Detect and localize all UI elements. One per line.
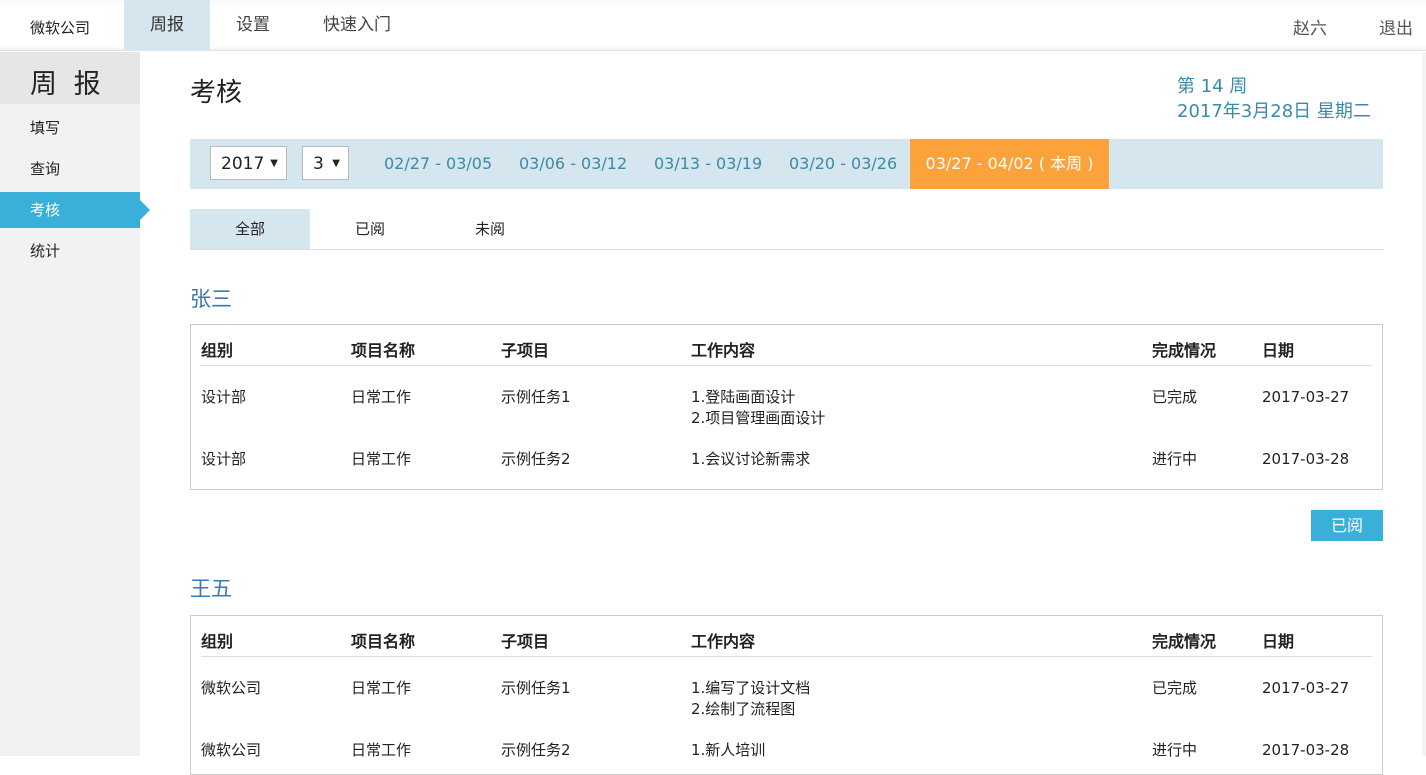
sidebar-item-fill[interactable]: 填写 (0, 110, 140, 146)
nav-weekly-report[interactable]: 周报 (124, 0, 210, 50)
cell-group: 微软公司 (201, 679, 262, 697)
year-select[interactable]: 2017 ▼ (210, 146, 287, 180)
brand-name: 微软公司 (30, 19, 91, 37)
nav-quick-start[interactable]: 快速入门 (300, 0, 414, 50)
column-header: 组别 (201, 341, 234, 360)
week-link[interactable]: 03/06 - 03/12 (519, 139, 627, 189)
cell-group: 设计部 (201, 450, 247, 468)
page-title: 考核 (190, 78, 243, 108)
cell-date: 2017-03-27 (1262, 388, 1350, 406)
logout-link[interactable]: 退出 (1379, 14, 1413, 39)
cell-content-line: 2.绘制了流程图 (691, 700, 796, 718)
scrollbar[interactable] (1422, 52, 1426, 756)
cell-project: 日常工作 (351, 388, 412, 406)
person-name: 王五 (190, 577, 232, 601)
sidebar-item-label: 考核 (30, 201, 61, 219)
column-header: 日期 (1262, 341, 1295, 360)
week-selector-bar (190, 139, 1383, 189)
cell-date: 2017-03-28 (1262, 450, 1350, 468)
column-header: 项目名称 (351, 341, 416, 360)
cell-status: 进行中 (1152, 450, 1198, 468)
cell-status: 进行中 (1152, 741, 1198, 759)
column-header: 工作内容 (691, 632, 756, 651)
column-header: 工作内容 (691, 341, 756, 360)
sidebar-item-query[interactable]: 查询 (0, 151, 140, 187)
column-header: 日期 (1262, 632, 1295, 651)
user-name[interactable]: 赵六 (1293, 14, 1327, 39)
sidebar-item-label: 查询 (30, 160, 61, 178)
sidebar-item-label: 统计 (30, 242, 61, 260)
column-header: 组别 (201, 632, 234, 651)
cell-project: 日常工作 (351, 741, 412, 759)
current-week-tab[interactable]: 03/27 - 04/02 ( 本周 ) (910, 139, 1109, 189)
header-divider (201, 656, 1372, 657)
person-name: 张三 (190, 287, 232, 311)
week-link[interactable]: 03/13 - 03/19 (654, 139, 762, 189)
report-table: 组别 项目名称 子项目 工作内容 完成情况 日期 设计部 日常工作 示例任务1 … (190, 324, 1383, 490)
filter-tab-read[interactable]: 已阅 (310, 209, 430, 249)
week-number: 第 14 周 (1177, 76, 1248, 97)
sidebar: 周 报 填写 查询 考核 统计 (0, 52, 150, 756)
week-link[interactable]: 03/20 - 03/26 (789, 139, 897, 189)
sidebar-title: 周 报 (30, 69, 105, 100)
column-header: 子项目 (501, 341, 550, 360)
cell-status: 已完成 (1152, 679, 1198, 697)
cell-date: 2017-03-28 (1262, 741, 1350, 759)
month-select[interactable]: 3 ▼ (302, 146, 349, 180)
cell-status: 已完成 (1152, 388, 1198, 406)
year-value: 2017 (221, 154, 265, 174)
sidebar-header: 周 报 (0, 52, 140, 104)
cell-subproject: 示例任务2 (501, 450, 571, 468)
cell-project: 日常工作 (351, 450, 412, 468)
column-header: 项目名称 (351, 632, 416, 651)
cell-subproject: 示例任务2 (501, 741, 571, 759)
sidebar-item-stats[interactable]: 统计 (0, 233, 140, 269)
nav-settings[interactable]: 设置 (210, 0, 296, 50)
column-header: 子项目 (501, 632, 550, 651)
cell-subproject: 示例任务1 (501, 388, 571, 406)
top-bar: 微软公司 周报 设置 快速入门 赵六 退出 (0, 0, 1426, 51)
cell-group: 微软公司 (201, 741, 262, 759)
header-divider (201, 365, 1372, 366)
cell-content-line: 1.登陆画面设计 (691, 388, 796, 406)
cell-content-line: 2.项目管理画面设计 (691, 409, 826, 427)
filter-tab-unread[interactable]: 未阅 (430, 209, 550, 249)
mark-read-button[interactable]: 已阅 (1311, 510, 1383, 541)
chevron-down-icon: ▼ (332, 158, 340, 169)
cell-content-line: 1.新人培训 (691, 741, 766, 759)
cell-project: 日常工作 (351, 679, 412, 697)
week-link[interactable]: 02/27 - 03/05 (384, 139, 492, 189)
chevron-down-icon: ▼ (270, 158, 278, 169)
sidebar-item-label: 填写 (30, 119, 61, 137)
cell-content-line: 1.会议讨论新需求 (691, 450, 811, 468)
sidebar-item-review[interactable]: 考核 (0, 192, 150, 228)
current-date: 2017年3月28日 星期二 (1177, 101, 1371, 122)
column-header: 完成情况 (1152, 341, 1217, 360)
cell-group: 设计部 (201, 388, 247, 406)
cell-content-line: 1.编写了设计文档 (691, 679, 811, 697)
month-value: 3 (313, 154, 324, 174)
column-header: 完成情况 (1152, 632, 1217, 651)
filter-tab-all[interactable]: 全部 (190, 209, 310, 249)
cell-subproject: 示例任务1 (501, 679, 571, 697)
report-table: 组别 项目名称 子项目 工作内容 完成情况 日期 微软公司 日常工作 示例任务1… (190, 615, 1383, 775)
cell-date: 2017-03-27 (1262, 679, 1350, 697)
